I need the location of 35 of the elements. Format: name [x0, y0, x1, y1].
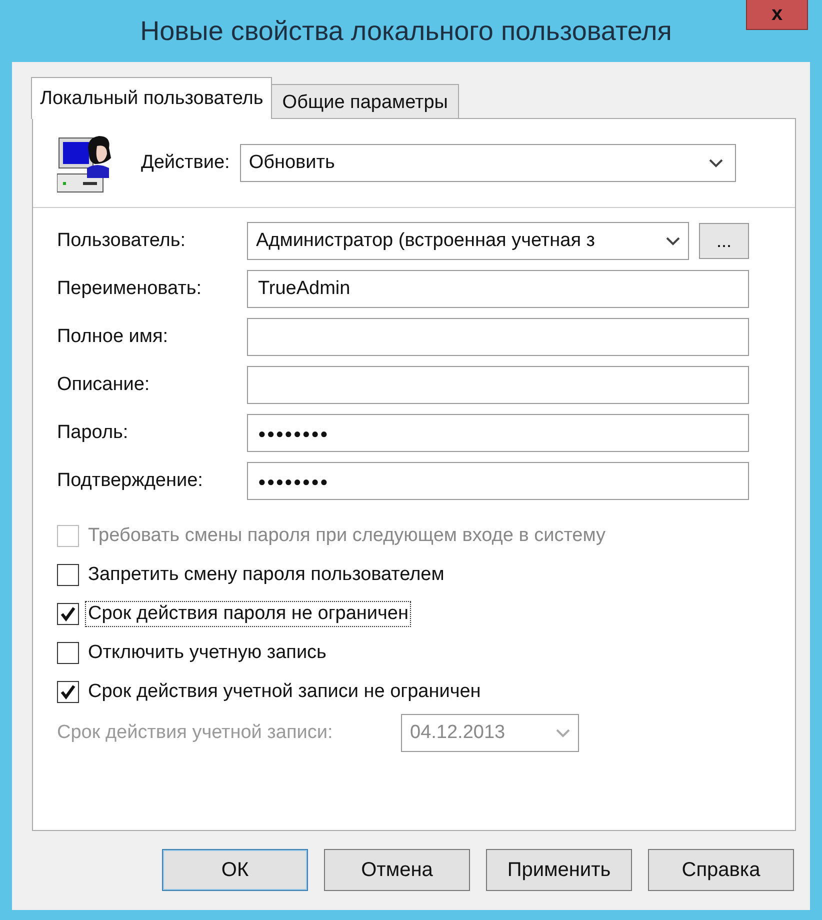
caret-icon	[708, 158, 723, 168]
dialog-button[interactable]: Справка	[648, 849, 794, 891]
expiry-label: Срок действия учетной записи:	[57, 722, 334, 744]
caret-icon	[666, 236, 680, 246]
checkbox-label[interactable]: Срок действия учетной записи не ограничен	[85, 679, 484, 705]
window-title: Новые свойства локального пользователя	[140, 16, 672, 46]
password-field[interactable]: ●●●●●●●●	[247, 414, 749, 452]
password-field[interactable]: ●●●●●●●●	[247, 462, 749, 500]
dialog-button[interactable]: ОК	[162, 849, 308, 891]
tab[interactable]: Общие параметры	[271, 84, 459, 118]
field-label: Описание:	[57, 374, 151, 396]
action-dropdown[interactable]: Обновить	[240, 144, 736, 182]
browse-button[interactable]: ...	[699, 223, 749, 259]
close-button[interactable]: x	[746, 0, 808, 30]
caret-icon	[556, 728, 570, 738]
user-dropdown[interactable]: Администратор (встроенная учетная з	[247, 222, 689, 260]
checkbox-label[interactable]: Запретить смену пароля пользователем	[85, 562, 448, 588]
field-label: Пароль:	[57, 422, 130, 444]
checkbox[interactable]	[57, 681, 79, 703]
field-label: Переименовать:	[57, 278, 203, 300]
dialog-button[interactable]: Применить	[486, 849, 632, 891]
checkbox-label[interactable]: Срок действия пароля не ограничен	[85, 601, 412, 627]
input-field[interactable]: TrueAdmin	[247, 270, 749, 308]
action-label: Действие:	[141, 152, 230, 174]
field-label: Полное имя:	[57, 326, 170, 348]
input-field[interactable]	[247, 366, 749, 404]
field-label: Подтверждение:	[57, 470, 204, 492]
checkbox[interactable]	[57, 642, 79, 664]
input-field[interactable]	[247, 318, 749, 356]
field-label: Пользователь:	[57, 230, 187, 252]
checkbox[interactable]	[57, 603, 79, 625]
dialog-button[interactable]: Отмена	[324, 849, 470, 891]
checkbox-label[interactable]: Отключить учетную запись	[85, 640, 330, 666]
tab[interactable]: Локальный пользователь	[31, 77, 272, 119]
checkbox[interactable]	[57, 564, 79, 586]
